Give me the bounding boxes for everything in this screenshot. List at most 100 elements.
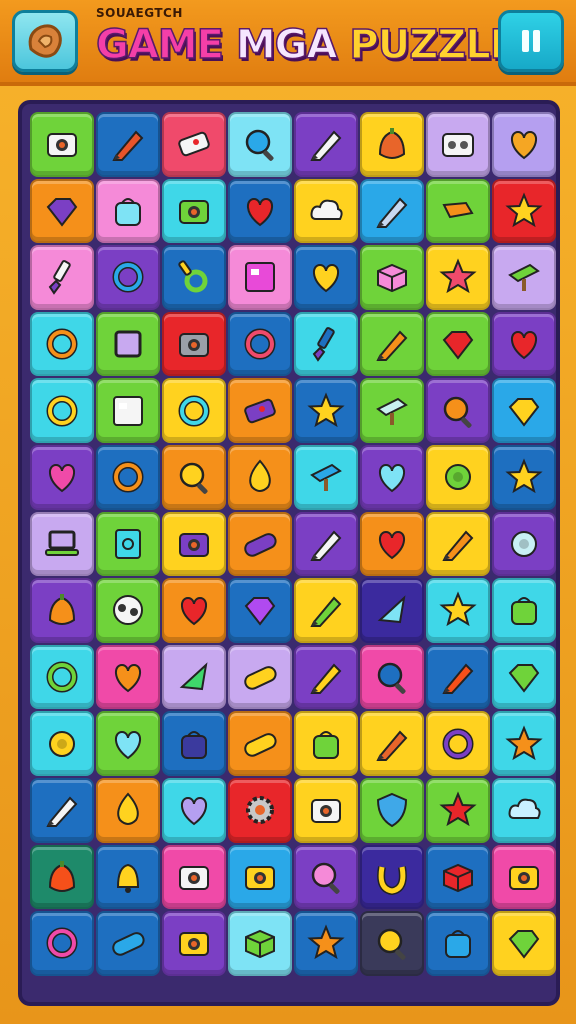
puzzle-tile[interactable]: [492, 178, 556, 244]
puzzle-tile[interactable]: [96, 245, 160, 310]
puzzle-tile[interactable]: [360, 178, 424, 244]
puzzle-tile[interactable]: [30, 777, 94, 843]
puzzle-tile[interactable]: [426, 511, 490, 577]
puzzle-tile[interactable]: [294, 777, 358, 843]
puzzle-tile[interactable]: [492, 511, 556, 577]
puzzle-tile[interactable]: [426, 644, 490, 710]
puzzle-tile[interactable]: [162, 511, 226, 577]
puzzle-tile[interactable]: [360, 378, 424, 443]
puzzle-tile[interactable]: [294, 711, 358, 776]
puzzle-tile[interactable]: [96, 644, 160, 710]
puzzle-tile[interactable]: [426, 578, 490, 643]
puzzle-tile[interactable]: [294, 311, 358, 377]
puzzle-tile[interactable]: [96, 112, 160, 177]
puzzle-tile[interactable]: [426, 911, 490, 976]
puzzle-tile[interactable]: [294, 245, 358, 310]
puzzle-tile[interactable]: [30, 844, 94, 910]
puzzle-tile[interactable]: [96, 844, 160, 910]
pause-button[interactable]: [498, 10, 564, 72]
puzzle-tile[interactable]: [360, 444, 424, 510]
puzzle-tile[interactable]: [96, 911, 160, 976]
puzzle-tile[interactable]: [96, 378, 160, 443]
puzzle-tile[interactable]: [228, 844, 292, 910]
puzzle-tile[interactable]: [96, 511, 160, 577]
puzzle-tile[interactable]: [294, 911, 358, 976]
puzzle-tile[interactable]: [30, 178, 94, 244]
puzzle-tile[interactable]: [30, 511, 94, 577]
puzzle-tile[interactable]: [228, 578, 292, 643]
puzzle-tile[interactable]: [294, 444, 358, 510]
puzzle-tile[interactable]: [426, 711, 490, 776]
puzzle-tile[interactable]: [228, 711, 292, 776]
puzzle-tile[interactable]: [30, 245, 94, 310]
puzzle-tile[interactable]: [492, 245, 556, 310]
puzzle-tile[interactable]: [360, 777, 424, 843]
puzzle-tile[interactable]: [360, 112, 424, 177]
puzzle-tile[interactable]: [162, 777, 226, 843]
puzzle-tile[interactable]: [228, 378, 292, 443]
puzzle-tile[interactable]: [492, 378, 556, 443]
puzzle-tile[interactable]: [426, 844, 490, 910]
puzzle-tile[interactable]: [96, 178, 160, 244]
puzzle-tile[interactable]: [492, 777, 556, 843]
puzzle-tile[interactable]: [96, 311, 160, 377]
puzzle-tile[interactable]: [492, 112, 556, 177]
puzzle-tile[interactable]: [162, 112, 226, 177]
puzzle-tile[interactable]: [492, 844, 556, 910]
puzzle-tile[interactable]: [162, 644, 226, 710]
puzzle-tile[interactable]: [162, 711, 226, 776]
puzzle-tile[interactable]: [228, 245, 292, 310]
puzzle-tile[interactable]: [162, 178, 226, 244]
puzzle-tile[interactable]: [162, 578, 226, 643]
puzzle-tile[interactable]: [360, 511, 424, 577]
puzzle-tile[interactable]: [162, 245, 226, 310]
puzzle-tile[interactable]: [30, 311, 94, 377]
puzzle-tile[interactable]: [492, 911, 556, 976]
puzzle-tile[interactable]: [492, 644, 556, 710]
puzzle-tile[interactable]: [96, 711, 160, 776]
puzzle-tile[interactable]: [294, 112, 358, 177]
puzzle-tile[interactable]: [426, 378, 490, 443]
puzzle-tile[interactable]: [228, 444, 292, 510]
puzzle-tile[interactable]: [360, 711, 424, 776]
puzzle-tile[interactable]: [162, 911, 226, 976]
puzzle-tile[interactable]: [294, 644, 358, 710]
puzzle-tile[interactable]: [492, 444, 556, 510]
puzzle-tile[interactable]: [294, 178, 358, 244]
puzzle-tile[interactable]: [492, 711, 556, 776]
puzzle-tile[interactable]: [162, 378, 226, 443]
puzzle-tile[interactable]: [228, 178, 292, 244]
puzzle-tile[interactable]: [294, 378, 358, 443]
puzzle-tile[interactable]: [426, 777, 490, 843]
puzzle-tile[interactable]: [30, 644, 94, 710]
puzzle-tile[interactable]: [162, 444, 226, 510]
puzzle-tile[interactable]: [360, 311, 424, 377]
puzzle-tile[interactable]: [426, 311, 490, 377]
puzzle-tile[interactable]: [294, 511, 358, 577]
puzzle-tile[interactable]: [360, 245, 424, 310]
puzzle-tile[interactable]: [96, 444, 160, 510]
puzzle-tile[interactable]: [360, 911, 424, 976]
puzzle-tile[interactable]: [162, 311, 226, 377]
puzzle-tile[interactable]: [294, 844, 358, 910]
puzzle-tile[interactable]: [426, 444, 490, 510]
puzzle-tile[interactable]: [228, 112, 292, 177]
puzzle-tile[interactable]: [360, 844, 424, 910]
puzzle-tile[interactable]: [30, 378, 94, 443]
puzzle-tile[interactable]: [228, 777, 292, 843]
puzzle-tile[interactable]: [294, 578, 358, 643]
puzzle-tile[interactable]: [30, 444, 94, 510]
puzzle-tile[interactable]: [426, 245, 490, 310]
puzzle-tile[interactable]: [30, 911, 94, 976]
puzzle-tile[interactable]: [228, 511, 292, 577]
puzzle-tile[interactable]: [30, 578, 94, 643]
puzzle-tile[interactable]: [360, 644, 424, 710]
menu-button[interactable]: [12, 10, 78, 72]
puzzle-tile[interactable]: [360, 578, 424, 643]
puzzle-tile[interactable]: [228, 911, 292, 976]
puzzle-tile[interactable]: [492, 311, 556, 377]
puzzle-tile[interactable]: [228, 644, 292, 710]
puzzle-tile[interactable]: [96, 578, 160, 643]
puzzle-tile[interactable]: [426, 178, 490, 244]
puzzle-tile[interactable]: [162, 844, 226, 910]
